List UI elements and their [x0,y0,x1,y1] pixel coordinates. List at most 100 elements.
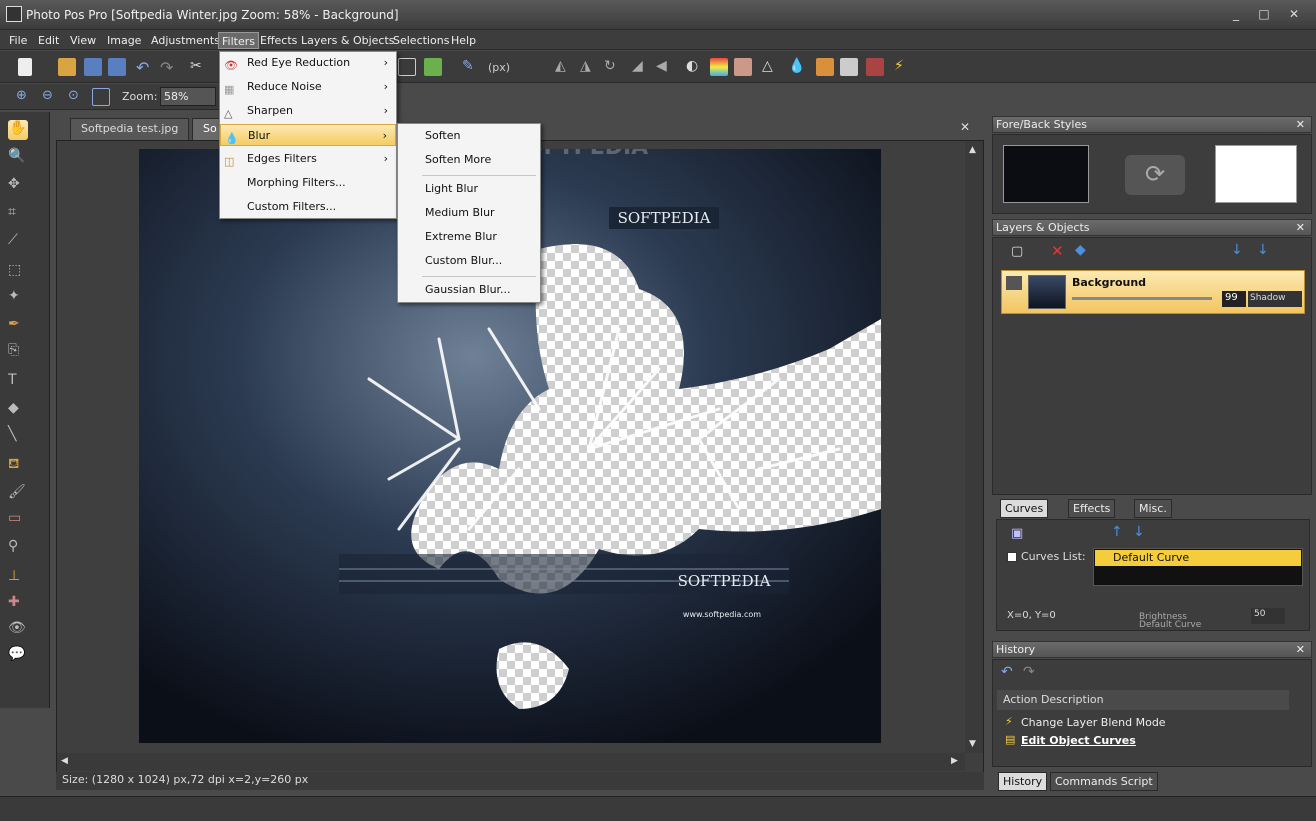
foreground-swatch[interactable] [1003,145,1089,203]
history-undo-icon[interactable]: ↶ [1001,664,1013,680]
swap-colors-icon[interactable]: ⟳ [1125,155,1185,195]
magic-wand-tool-icon[interactable]: ✦ [8,288,28,308]
menu-item-sharpen[interactable]: △ Sharpen › [220,100,396,122]
zoom-tool-icon[interactable]: 🔍 [8,148,28,168]
bandage-tool-icon[interactable]: ✚ [8,594,28,614]
menu-item-blur[interactable]: 💧 Blur › [220,124,396,146]
effect1-icon[interactable] [816,58,834,76]
menu-file[interactable]: File [6,32,30,49]
menu-view[interactable]: View [67,32,99,49]
eraser-tool-icon[interactable]: ▭ [8,510,28,530]
contrast-icon[interactable]: ◐ [686,58,704,76]
history-item[interactable]: Change Layer Blend Mode [1021,716,1166,729]
curves-list[interactable]: Default Curve [1093,548,1303,586]
line-tool-icon[interactable]: ╲ [8,426,28,446]
selection-tool-icon[interactable]: ⬚ [8,262,28,282]
brightness-input[interactable]: 50 [1251,608,1285,624]
tab-softpedia-test[interactable]: Softpedia test.jpg [70,118,190,140]
open-icon[interactable] [58,58,76,76]
history-close-icon[interactable]: ✕ [1296,642,1305,657]
zoom-input[interactable]: 58% [160,87,216,106]
units-select[interactable]: (px) [488,61,510,74]
cut-icon[interactable]: ✂ [190,58,208,76]
save-icon[interactable] [84,58,102,76]
menu-help[interactable]: Help [448,32,479,49]
menu-selections[interactable]: Selections [390,32,452,49]
grid-icon[interactable] [398,58,416,76]
menu-item-morphing[interactable]: Morphing Filters... [220,172,396,194]
brush-tool-icon[interactable]: 🖌 [8,484,28,504]
menu-item-custom-filters[interactable]: Custom Filters... [220,196,396,218]
flip-icon[interactable]: ◭ [555,58,573,76]
curve-item[interactable]: Default Curve [1095,550,1301,566]
layer-row-background[interactable]: Background 99 Shadow [1001,270,1305,314]
move-down-icon[interactable]: ↓ [1231,242,1243,258]
save-curve-icon[interactable]: ▣ [1011,526,1023,541]
blur-tb-icon[interactable]: 💧 [788,58,806,76]
menu-image[interactable]: Image [104,32,144,49]
measure-icon[interactable]: ✎ [462,58,480,76]
new-icon[interactable] [18,58,32,76]
menu-item-reduce-noise[interactable]: ▦ Reduce Noise › [220,76,396,98]
menu-edit[interactable]: Edit [35,32,62,49]
hand-tool-icon[interactable]: ✋ [8,120,28,140]
submenu-light-blur[interactable]: Light Blur [398,178,540,200]
menu-effects[interactable]: Effects [257,32,300,49]
lightning-icon[interactable]: ⚡ [894,58,912,76]
rotate-icon[interactable]: ↻ [604,58,622,76]
tab-history[interactable]: History [998,772,1048,791]
straighten-tool-icon[interactable]: ⟋ [8,232,28,252]
new-layer-icon[interactable]: ▢ [1011,244,1023,259]
effect2-icon[interactable] [840,58,858,76]
scroll-down-icon[interactable]: ▼ [969,739,976,749]
minimize-button[interactable]: _ [1228,7,1244,21]
vertical-scrollbar[interactable]: ▲ ▼ [965,141,983,753]
shape-tool-icon[interactable]: ◆ [8,400,28,420]
panel-close-icon[interactable]: ✕ [1296,117,1305,132]
speech-tool-icon[interactable]: 💬 [8,646,28,666]
menu-item-red-eye[interactable]: 👁 Red Eye Reduction › [220,52,396,74]
history-redo-icon[interactable]: ↷ [1023,664,1035,680]
horizontal-scrollbar[interactable]: ◀ ▶ [57,753,965,771]
scroll-left-icon[interactable]: ◀ [61,756,68,766]
submenu-medium-blur[interactable]: Medium Blur [398,202,540,224]
pen-tool-icon[interactable]: ✒ [8,316,28,336]
flip-horizontal-icon[interactable]: ◢ [632,58,650,76]
curve-up-icon[interactable]: ↑ [1111,524,1123,540]
red-eye-tool-icon[interactable]: 👁 [8,620,28,640]
zoom-fit-icon[interactable] [92,88,110,106]
image-icon[interactable] [424,58,442,76]
redo-icon[interactable]: ↷ [160,58,178,77]
undo-icon[interactable]: ↶ [136,58,154,77]
flip-vertical-icon[interactable]: ◀ [656,58,674,76]
tab-effects[interactable]: Effects [1068,499,1116,518]
blend-mode-select[interactable]: Shadow [1248,291,1302,307]
background-swatch[interactable] [1215,145,1297,203]
menu-item-edges[interactable]: ◫ Edges Filters › [220,148,396,170]
layers-close-icon[interactable]: ✕ [1296,220,1305,235]
mirror-icon[interactable]: ◮ [580,58,598,76]
close-doc-icon[interactable]: ✕ [960,120,970,134]
menu-layers-objects[interactable]: Layers & Objects [298,32,398,49]
delete-layer-icon[interactable]: ✕ [1051,242,1064,260]
menu-filters[interactable]: Filters [218,32,259,49]
clone-tool-icon[interactable]: ⎘ [8,342,28,362]
submenu-soften[interactable]: Soften [398,125,540,147]
sharpen-tb-icon[interactable]: △ [762,58,780,76]
scroll-up-icon[interactable]: ▲ [969,145,976,155]
opacity-input[interactable]: 99 [1222,291,1246,307]
close-button[interactable]: ✕ [1286,7,1302,21]
submenu-extreme-blur[interactable]: Extreme Blur [398,226,540,248]
crop-tool-icon[interactable]: ⌗ [8,204,28,224]
submenu-soften-more[interactable]: Soften More [398,149,540,171]
merge-icon[interactable]: ↓ [1257,242,1269,258]
zoom-out-icon[interactable]: ⊖ [42,88,60,106]
eyedropper-tool-icon[interactable]: ⚲ [8,538,28,558]
scroll-right-icon[interactable]: ▶ [951,756,958,766]
visibility-icon[interactable] [1006,276,1022,290]
submenu-custom-blur[interactable]: Custom Blur... [398,250,540,272]
fill-tool-icon[interactable]: ⛾ [8,456,28,476]
opacity-slider[interactable] [1072,297,1212,300]
move-tool-icon[interactable]: ✥ [8,176,28,196]
maximize-button[interactable]: □ [1256,7,1272,21]
